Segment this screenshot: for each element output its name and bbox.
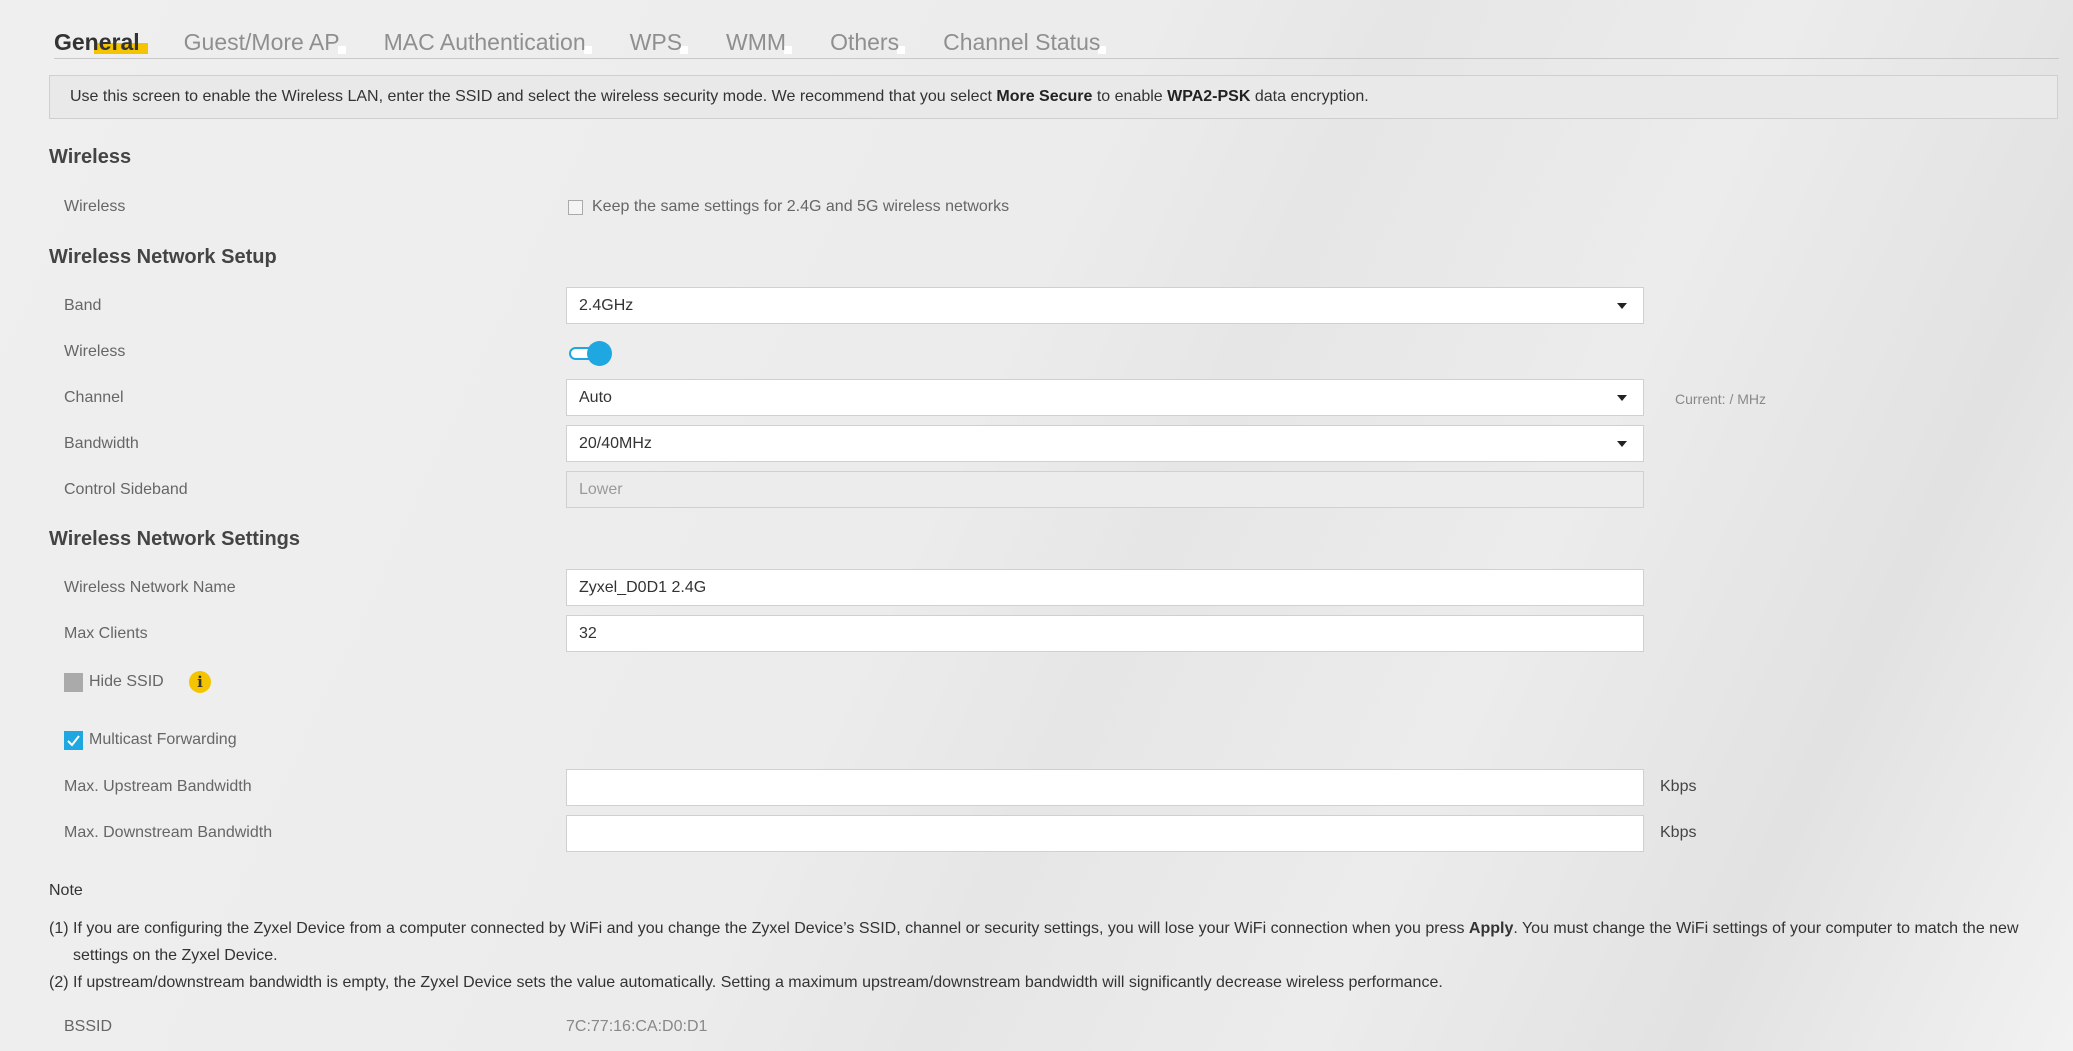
- section-title-network-setup: Wireless Network Setup: [49, 246, 277, 268]
- keep-same-settings-checkbox[interactable]: [568, 200, 583, 215]
- note-title: Note: [49, 882, 83, 899]
- keep-same-settings-label: Keep the same settings for 2.4G and 5G w…: [592, 198, 1010, 215]
- info-icon[interactable]: i: [189, 671, 211, 693]
- band-select[interactable]: 2.4GHz: [566, 287, 1644, 324]
- downstream-unit: Kbps: [1660, 824, 1697, 841]
- note-1-text-after: . You must change the WiFi settings of y…: [1513, 920, 2019, 937]
- downstream-bandwidth-input[interactable]: [566, 815, 1644, 852]
- dropdown-arrow-icon: [1617, 303, 1627, 309]
- tab-guest-more-ap[interactable]: Guest/More AP: [184, 28, 346, 56]
- tab-others[interactable]: Others: [830, 28, 906, 56]
- intro-bold-wpa2: WPA2-PSK: [1167, 88, 1251, 105]
- tab-wmm[interactable]: WMM: [726, 28, 793, 56]
- tab-label: WPS: [629, 29, 683, 55]
- section-title-network-settings: Wireless Network Settings: [49, 528, 301, 550]
- checkmark-icon: [67, 735, 80, 747]
- tab-wps[interactable]: WPS: [629, 28, 689, 56]
- wireless-row-label: Wireless: [64, 198, 126, 215]
- intro-text-after: data encryption.: [1250, 88, 1369, 105]
- bandwidth-select[interactable]: 20/40MHz: [566, 425, 1644, 462]
- network-name-label: Wireless Network Name: [64, 579, 236, 596]
- tab-channel-status[interactable]: Channel Status: [943, 28, 1107, 56]
- intro-text-before: Use this screen to enable the Wireless L…: [70, 88, 997, 105]
- current-channel-text: Current: / MHz: [1675, 391, 1767, 407]
- dropdown-arrow-icon: [1617, 395, 1627, 401]
- max-clients-input[interactable]: [566, 615, 1644, 652]
- bssid-label: BSSID: [64, 1018, 113, 1035]
- intro-description: Use this screen to enable the Wireless L…: [49, 75, 2058, 119]
- tab-label: MAC Authentication: [383, 29, 586, 55]
- note-1-bold-apply: Apply: [1468, 920, 1514, 937]
- note-line-2: (2) If upstream/downstream bandwidth is …: [49, 974, 1443, 991]
- band-label: Band: [64, 297, 102, 314]
- note-1-text: (1) If you are configuring the Zyxel Dev…: [49, 920, 1469, 937]
- bssid-value: 7C:77:16:CA:D0:D1: [566, 1018, 708, 1035]
- intro-text-mid: to enable: [1092, 88, 1168, 105]
- max-clients-label: Max Clients: [64, 625, 148, 642]
- dropdown-arrow-icon: [1617, 441, 1627, 447]
- channel-select-value: Auto: [579, 389, 612, 406]
- band-select-value: 2.4GHz: [579, 297, 634, 314]
- note-1-continuation: settings on the Zyxel Device.: [73, 947, 278, 964]
- bandwidth-label: Bandwidth: [64, 435, 139, 452]
- downstream-bandwidth-label: Max. Downstream Bandwidth: [64, 824, 273, 841]
- upstream-unit: Kbps: [1660, 778, 1697, 795]
- tab-label: Others: [830, 29, 900, 55]
- control-sideband-value: Lower: [579, 481, 623, 498]
- section-title-wireless: Wireless: [49, 146, 132, 168]
- control-sideband-field: Lower: [566, 471, 1644, 508]
- tab-label: WMM: [726, 29, 787, 55]
- intro-bold-more-secure: More Secure: [996, 88, 1093, 105]
- network-name-input[interactable]: [566, 569, 1644, 606]
- wireless-toggle-label: Wireless: [64, 343, 126, 360]
- hide-ssid-label: Hide SSID: [89, 673, 164, 690]
- channel-select[interactable]: Auto: [566, 379, 1644, 416]
- tab-label: Guest/More AP: [183, 29, 340, 55]
- tab-mac-authentication[interactable]: MAC Authentication: [384, 28, 592, 56]
- note-line-1: (1) If you are configuring the Zyxel Dev…: [49, 915, 2049, 969]
- multicast-forwarding-label: Multicast Forwarding: [89, 731, 237, 748]
- upstream-bandwidth-input[interactable]: [566, 769, 1644, 806]
- upstream-bandwidth-label: Max. Upstream Bandwidth: [64, 778, 252, 795]
- tab-general[interactable]: General: [54, 28, 148, 56]
- tab-label: Channel Status: [943, 29, 1101, 55]
- channel-label: Channel: [64, 389, 124, 406]
- wireless-toggle[interactable]: [569, 341, 613, 367]
- toggle-knob: [587, 341, 612, 366]
- bandwidth-select-value: 20/40MHz: [579, 435, 652, 452]
- control-sideband-label: Control Sideband: [64, 481, 188, 498]
- multicast-forwarding-checkbox[interactable]: [64, 731, 83, 750]
- hide-ssid-checkbox[interactable]: [64, 673, 83, 692]
- tab-bar: General Guest/More AP MAC Authentication…: [54, 28, 2059, 59]
- tab-label: General: [54, 29, 140, 55]
